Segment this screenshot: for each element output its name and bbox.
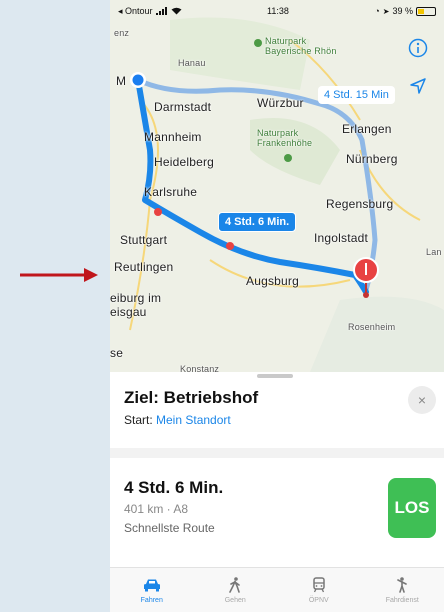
map-city-label: Augsburg bbox=[246, 274, 299, 288]
signal-icon bbox=[155, 7, 167, 15]
map-city-label: Würzbur bbox=[257, 96, 304, 110]
tab-label: Gehen bbox=[224, 596, 246, 604]
alarm-icon: ◔ bbox=[374, 6, 380, 16]
transport-tab-bar: Fahren Gehen ÖPNV Fahrdienst bbox=[110, 567, 444, 612]
map-city-label: Konstanz bbox=[180, 364, 220, 372]
battery-icon bbox=[416, 6, 436, 16]
location-services-icon: ➤ bbox=[382, 6, 390, 16]
map-park-label: Naturpark Bayerische Rhön bbox=[265, 36, 337, 56]
sheet-grabber[interactable] bbox=[257, 374, 293, 378]
transit-icon bbox=[310, 576, 328, 593]
map-city-label: Ingolstadt bbox=[314, 231, 369, 245]
map-city-label: Hanau bbox=[178, 58, 206, 68]
primary-route-callout[interactable]: 4 Std. 6 Min. bbox=[218, 212, 297, 232]
route-description: Schnellste Route bbox=[124, 521, 215, 535]
section-divider bbox=[110, 448, 444, 458]
map-city-label: eiburg im eisgau bbox=[110, 291, 162, 319]
walk-icon bbox=[226, 576, 244, 593]
map-city-label: Rosenheim bbox=[348, 322, 396, 332]
carrier-label: ◂ Ontour bbox=[118, 5, 153, 16]
map-park-label: Naturpark Frankenhöhe bbox=[257, 128, 313, 148]
traffic-marker bbox=[154, 208, 162, 216]
destination-title: Ziel: Betriebshof bbox=[124, 388, 259, 407]
map-city-label: se bbox=[110, 346, 124, 360]
clock: 11:38 bbox=[267, 6, 289, 16]
route-distance: 401 km · A8 bbox=[124, 502, 189, 516]
alternative-route-callout[interactable]: 4 Std. 15 Min bbox=[318, 86, 395, 104]
map-city-label: Erlangen bbox=[342, 122, 392, 136]
current-location-dot bbox=[132, 74, 144, 86]
info-icon[interactable] bbox=[408, 38, 438, 68]
wifi-icon bbox=[171, 7, 182, 15]
tab-label: Fahren bbox=[140, 596, 163, 604]
map-city-label: Karlsruhe bbox=[144, 185, 198, 199]
tab-driving[interactable]: Fahren bbox=[110, 568, 194, 612]
map-city-label: Mannheim bbox=[144, 130, 202, 144]
rideshare-icon bbox=[393, 576, 411, 593]
map-city-label: Lan bbox=[426, 247, 442, 257]
status-bar: ◂ Ontour 11:38 ◔ ➤ 39 % bbox=[110, 0, 444, 22]
map-city-label: Heidelberg bbox=[154, 155, 215, 169]
start-line: Start: Mein Standort bbox=[124, 413, 231, 427]
map-city-label: Regensburg bbox=[326, 197, 394, 211]
map-city-label: Reutlingen bbox=[114, 260, 174, 274]
map-city-label: Stuttgart bbox=[120, 233, 168, 247]
map-city-label: M bbox=[116, 74, 127, 88]
phone-screen: enz Hanau Naturpark Bayerische Rhön M Da… bbox=[110, 0, 444, 612]
tab-transit[interactable]: ÖPNV bbox=[277, 568, 361, 612]
map-city-label: enz bbox=[114, 28, 130, 38]
route-sheet: Ziel: Betriebshof Start: Mein Standort ×… bbox=[110, 372, 444, 567]
go-button[interactable]: LOS bbox=[388, 478, 436, 538]
pointer-arrow-icon bbox=[20, 268, 98, 282]
start-prefix: Start: bbox=[124, 413, 157, 427]
tab-label: ÖPNV bbox=[308, 596, 329, 604]
tab-rideshare[interactable]: Fahrdienst bbox=[361, 568, 444, 612]
car-icon bbox=[143, 577, 161, 593]
route-duration: 4 Std. 6 Min. bbox=[124, 478, 224, 497]
location-arrow-icon[interactable] bbox=[408, 76, 438, 106]
map-city-label: Darmstadt bbox=[154, 100, 212, 114]
tab-walking[interactable]: Gehen bbox=[194, 568, 278, 612]
close-button[interactable]: × bbox=[408, 386, 436, 414]
map-view[interactable]: enz Hanau Naturpark Bayerische Rhön M Da… bbox=[110, 0, 444, 372]
map-city-label: Nürnberg bbox=[346, 152, 398, 166]
start-location-link[interactable]: Mein Standort bbox=[156, 413, 231, 427]
traffic-marker bbox=[226, 242, 234, 250]
tab-label: Fahrdienst bbox=[385, 596, 419, 604]
battery-percent: 39 % bbox=[392, 6, 413, 16]
